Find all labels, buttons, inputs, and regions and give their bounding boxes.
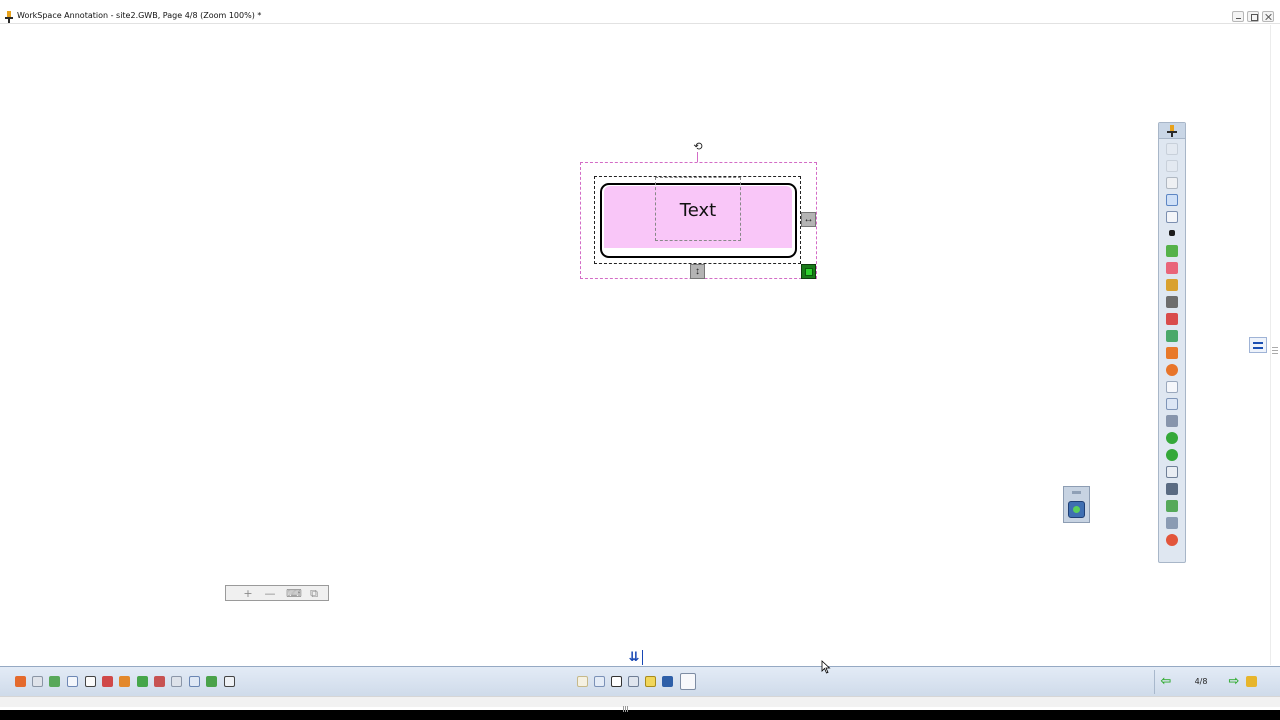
resize-width-handle-icon[interactable]: ↔ [801, 212, 816, 227]
shape-text[interactable]: Text [655, 200, 741, 221]
blank-page-button-icon[interactable] [611, 676, 622, 687]
highlighter-icon[interactable] [1166, 245, 1178, 257]
workspace-logo-icon[interactable] [1166, 125, 1178, 137]
undo-icon[interactable] [1166, 143, 1178, 155]
copy-icon[interactable] [67, 676, 78, 687]
previous-page-button[interactable]: ⇦ [1159, 675, 1173, 688]
group-icon[interactable] [119, 676, 130, 687]
line-icon[interactable] [1166, 296, 1178, 308]
print-button-icon[interactable] [224, 676, 235, 687]
page-sorter-icon[interactable] [1166, 398, 1178, 410]
split-view-icon[interactable] [662, 676, 673, 687]
resize-height-handle-icon[interactable]: ↕ [690, 264, 705, 279]
hscroll-grip-icon[interactable] [623, 699, 631, 712]
cut-icon[interactable] [49, 676, 60, 687]
record-icon[interactable] [680, 673, 696, 690]
zoom-out-button[interactable]: — [264, 588, 276, 599]
maximize-button[interactable] [1247, 11, 1259, 22]
copy-button[interactable]: ⧉ [308, 588, 320, 599]
tools-icon[interactable] [1166, 517, 1178, 529]
app-window: WorkSpace Annotation - site2.GWB, Page 4… [0, 0, 1280, 712]
title-bar: WorkSpace Annotation - site2.GWB, Page 4… [0, 10, 1280, 24]
notes-icon[interactable] [645, 676, 656, 687]
delete-icon[interactable] [1166, 364, 1178, 376]
window-title: WorkSpace Annotation - site2.GWB, Page 4… [17, 11, 262, 20]
shapes-icon[interactable] [1166, 330, 1178, 342]
image-icon[interactable] [189, 676, 200, 687]
export-icon[interactable] [206, 676, 217, 687]
clear-icon[interactable] [102, 676, 113, 687]
eraser-icon[interactable] [1166, 262, 1178, 274]
redo-icon[interactable] [1166, 160, 1178, 172]
pen-icon[interactable] [1169, 230, 1175, 236]
vertical-scrollbar[interactable] [1270, 25, 1280, 665]
next-page-button[interactable]: ⇨ [1227, 675, 1241, 688]
rotate-stem [697, 152, 698, 162]
bottom-toolbar: ⇦ 4/8 ⇨ [0, 666, 1280, 696]
tools-menu-icon[interactable] [1246, 676, 1257, 687]
scroll-grip-icon[interactable] [1272, 345, 1278, 359]
spell-icon[interactable] [171, 676, 182, 687]
lock-icon[interactable] [1166, 500, 1178, 512]
page-flip-icon[interactable]: ⇊ [626, 650, 643, 665]
separator [1154, 670, 1155, 694]
rotate-handle-icon[interactable]: ⟲ [692, 141, 704, 153]
gallery-icon[interactable] [1166, 347, 1178, 359]
open-file-icon[interactable] [32, 676, 43, 687]
duplicate-page-icon[interactable] [594, 676, 605, 687]
side-panel-toggle-icon[interactable] [1249, 337, 1267, 353]
gallery-button-icon[interactable] [15, 676, 26, 687]
screen-capture-icon[interactable] [1166, 415, 1178, 427]
window-controls [1232, 11, 1274, 22]
zoom-in-button[interactable]: + [242, 588, 254, 599]
horizontal-scrollbar[interactable] [0, 696, 1280, 712]
right-floating-toolbar [1158, 122, 1186, 563]
next-page-icon[interactable] [1166, 449, 1178, 461]
page-indicator: 4/8 [1194, 677, 1208, 686]
select-arrow-icon[interactable] [1166, 211, 1178, 223]
widget-grip [1072, 491, 1081, 494]
page-icon[interactable] [1166, 194, 1178, 206]
previous-page-icon[interactable] [1166, 432, 1178, 444]
minimize-button[interactable] [1232, 11, 1244, 22]
new-page-icon[interactable] [577, 676, 588, 687]
close-button[interactable] [1262, 11, 1274, 22]
app-logo-icon [5, 11, 13, 23]
link-icon[interactable] [154, 676, 165, 687]
hand-icon[interactable] [1166, 177, 1178, 189]
blank-page-icon[interactable] [1166, 381, 1178, 393]
grid-page-icon[interactable] [628, 676, 639, 687]
fill-icon[interactable] [1166, 279, 1178, 291]
exit-icon[interactable] [1166, 534, 1178, 546]
paste-icon[interactable] [85, 676, 96, 687]
widget-refresh-icon[interactable] [1068, 501, 1085, 518]
keyboard-button[interactable]: ⌨ [286, 588, 302, 599]
floating-widget[interactable] [1063, 486, 1090, 523]
text-icon[interactable] [1166, 313, 1178, 325]
print-icon[interactable] [1166, 483, 1178, 495]
resize-corner-handle-icon[interactable] [801, 264, 816, 279]
zoom-mini-toolbar: + — ⌨ ⧉ [225, 585, 329, 601]
table-icon[interactable] [1166, 466, 1178, 478]
mouse-cursor-icon [821, 660, 831, 674]
refresh-icon[interactable] [137, 676, 148, 687]
